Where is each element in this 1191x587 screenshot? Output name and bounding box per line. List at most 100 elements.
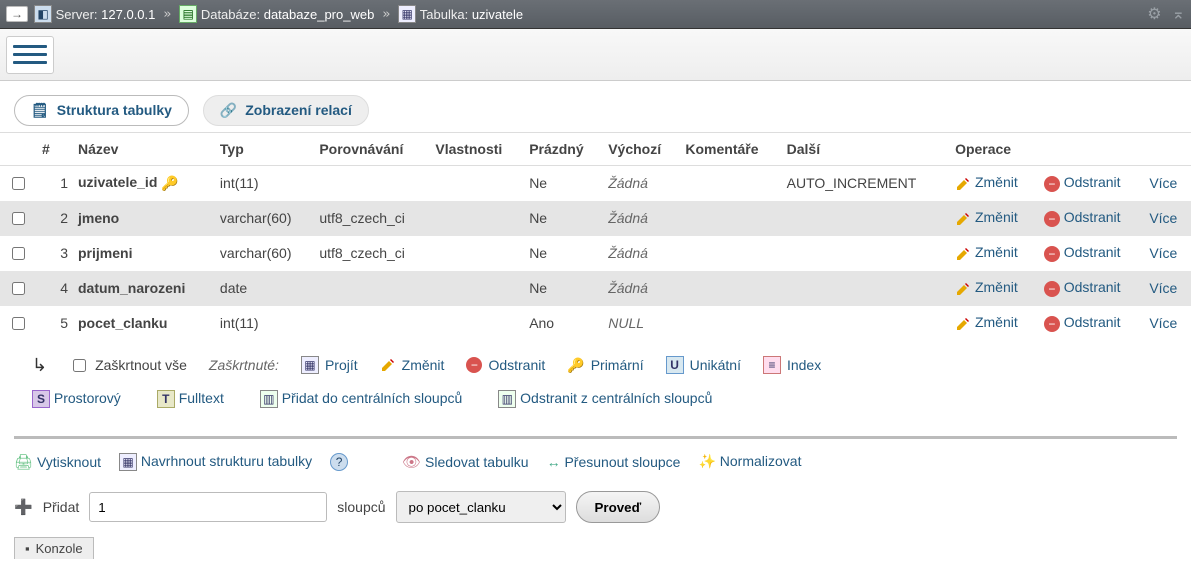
column-name: uzivatele_id 🔑 <box>72 165 214 201</box>
minus-icon: − <box>1044 176 1060 192</box>
help-icon[interactable]: ? <box>330 453 348 471</box>
column-type: date <box>214 271 313 306</box>
remove-central-icon: ▥ <box>498 390 516 408</box>
drop-link[interactable]: − Odstranit <box>1038 271 1143 306</box>
breadcrumb: → ◧ Server: 127.0.0.1 » ▤ Databáze: data… <box>0 0 1191 29</box>
track-link[interactable]: 👁 Sledovat tabulku <box>402 453 528 471</box>
more-link[interactable]: Více <box>1143 165 1191 201</box>
hamburger-menu[interactable] <box>6 36 54 74</box>
drop-link[interactable]: − Odstranit <box>1038 201 1143 236</box>
column-comments <box>679 271 780 306</box>
hook-arrow-icon: ↳ <box>32 355 47 376</box>
move-columns-link[interactable]: ↔ Přesunout sloupce <box>547 454 681 470</box>
more-link[interactable]: Více <box>1143 306 1191 341</box>
col-comments: Komentáře <box>679 132 780 165</box>
column-attributes <box>429 271 523 306</box>
column-null: Ne <box>523 201 602 236</box>
print-link[interactable]: 🖨 Vytisknout <box>14 453 101 471</box>
unique-icon: U <box>666 356 684 374</box>
column-extra: AUTO_INCREMENT <box>781 165 949 201</box>
row-checkbox[interactable] <box>12 177 25 190</box>
column-name: prijmeni <box>72 236 214 271</box>
bulk-primary[interactable]: 🔑 Primární <box>567 357 643 374</box>
column-default: Žádná <box>602 165 679 201</box>
edit-link[interactable]: Změnit <box>949 165 1038 201</box>
column-type: varchar(60) <box>214 201 313 236</box>
bulk-edit[interactable]: Změnit <box>380 357 445 373</box>
add-position-select[interactable]: po pocet_clanku <box>396 491 566 523</box>
spatial-icon: S <box>32 390 50 408</box>
minus-icon: − <box>1044 316 1060 332</box>
bulk-drop[interactable]: − Odstranit <box>466 357 545 373</box>
check-all-label[interactable]: Zaškrtnout vše <box>95 357 187 373</box>
with-selected-label: Zaškrtnuté: <box>209 357 279 373</box>
column-name: pocet_clanku <box>72 306 214 341</box>
table-name[interactable]: uzivatele <box>472 7 523 22</box>
minus-icon: − <box>466 357 482 373</box>
column-default: Žádná <box>602 201 679 236</box>
pencil-icon <box>955 316 971 332</box>
nav-toggle-arrow[interactable]: → <box>6 6 28 22</box>
col-type: Typ <box>214 132 313 165</box>
bulk-index[interactable]: ≡ Index <box>763 356 821 374</box>
bulk-browse[interactable]: ▦ Projít <box>301 356 358 374</box>
console-tab[interactable]: ▪ Konzole <box>14 537 94 559</box>
gear-icon[interactable]: ⚙ <box>1147 4 1161 24</box>
database-name[interactable]: databaze_pro_web <box>264 7 375 22</box>
edit-link[interactable]: Změnit <box>949 271 1038 306</box>
drop-link[interactable]: − Odstranit <box>1038 165 1143 201</box>
more-link[interactable]: Více <box>1143 236 1191 271</box>
drop-link[interactable]: − Odstranit <box>1038 306 1143 341</box>
server-name[interactable]: 127.0.0.1 <box>101 7 155 22</box>
database-icon: ▤ <box>179 5 197 23</box>
row-index: 3 <box>36 236 72 271</box>
column-attributes <box>429 306 523 341</box>
column-null: Ne <box>523 236 602 271</box>
tab-structure[interactable]: 🗒 Struktura tabulky <box>14 95 189 126</box>
col-num: # <box>36 132 72 165</box>
primary-key-icon: 🔑 <box>161 175 178 191</box>
propose-link[interactable]: ▦ Navrhnout strukturu tabulky <box>119 453 312 471</box>
bulk-unique[interactable]: U Unikátní <box>666 356 741 374</box>
index-icon: ≡ <box>763 356 781 374</box>
row-checkbox[interactable] <box>12 247 25 260</box>
column-attributes <box>429 236 523 271</box>
bulk-actions-2: S Prostorový T Fulltext ▥ Přidat do cent… <box>0 382 1191 426</box>
move-icon: ↔ <box>547 454 561 470</box>
column-collation: utf8_czech_ci <box>313 236 429 271</box>
row-checkbox[interactable] <box>12 317 25 330</box>
edit-link[interactable]: Změnit <box>949 201 1038 236</box>
subtab-bar: 🗒 Struktura tabulky 🔗 Zobrazení relací <box>0 81 1191 132</box>
column-default: Žádná <box>602 236 679 271</box>
column-null: Ne <box>523 271 602 306</box>
edit-link[interactable]: Změnit <box>949 236 1038 271</box>
check-all-checkbox[interactable] <box>73 359 86 372</box>
column-collation: utf8_czech_ci <box>313 201 429 236</box>
col-name: Název <box>72 132 214 165</box>
drop-link[interactable]: − Odstranit <box>1038 236 1143 271</box>
row-index: 1 <box>36 165 72 201</box>
more-link[interactable]: Více <box>1143 201 1191 236</box>
column-name: datum_narozeni <box>72 271 214 306</box>
column-comments <box>679 306 780 341</box>
bulk-spatial[interactable]: S Prostorový <box>32 390 121 408</box>
more-link[interactable]: Více <box>1143 271 1191 306</box>
bulk-remove-central[interactable]: ▥ Odstranit z centrálních sloupců <box>498 390 712 408</box>
col-null: Prázdný <box>523 132 602 165</box>
go-button[interactable]: Proveď <box>576 491 661 523</box>
server-label: Server: <box>56 7 98 22</box>
row-checkbox[interactable] <box>12 282 25 295</box>
col-actions: Operace <box>949 132 1191 165</box>
col-extra: Další <box>781 132 949 165</box>
row-checkbox[interactable] <box>12 212 25 225</box>
column-null: Ne <box>523 165 602 201</box>
tab-relations[interactable]: 🔗 Zobrazení relací <box>203 95 369 126</box>
edit-link[interactable]: Změnit <box>949 306 1038 341</box>
bulk-fulltext[interactable]: T Fulltext <box>157 390 224 408</box>
normalize-link[interactable]: ✨ Normalizovat <box>698 453 801 470</box>
collapse-icon[interactable]: ⌅ <box>1172 4 1185 24</box>
add-count-input[interactable] <box>89 492 327 522</box>
column-collation <box>313 165 429 201</box>
bulk-add-central[interactable]: ▥ Přidat do centrálních sloupců <box>260 390 462 408</box>
bulk-actions: ↳ Zaškrtnout vše Zaškrtnuté: ▦ Projít Zm… <box>0 341 1191 382</box>
